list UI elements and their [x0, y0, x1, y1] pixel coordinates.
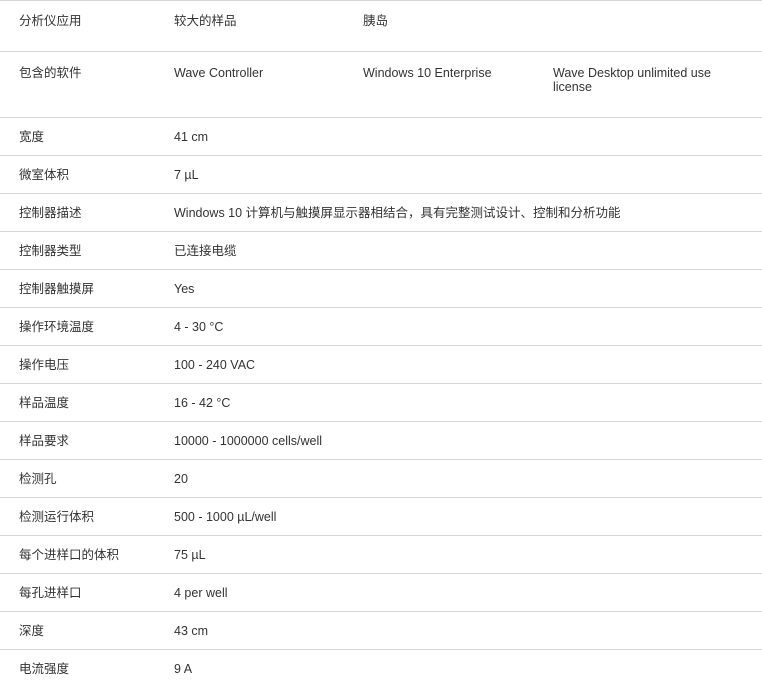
- row-value: Windows 10 Enterprise: [363, 66, 492, 80]
- row-label: 每个进样口的体积: [19, 548, 120, 562]
- row-label: 分析仪应用: [19, 14, 82, 28]
- row-value: 20: [174, 472, 188, 486]
- row-value: 500 - 1000 µL/well: [174, 510, 277, 524]
- table-row: 操作电压 100 - 240 VAC: [0, 346, 762, 384]
- table-row: 分析仪应用 较大的样品 胰岛: [0, 1, 762, 52]
- row-value: Wave Controller: [174, 66, 264, 80]
- table-row: 控制器描述 Windows 10 计算机与触摸屏显示器相结合，具有完整测试设计、…: [0, 194, 762, 232]
- row-label: 样品温度: [19, 396, 70, 410]
- row-value: 43 cm: [174, 624, 209, 638]
- table-row: 样品要求 10000 - 1000000 cells/well: [0, 422, 762, 460]
- row-label: 微室体积: [19, 168, 70, 182]
- table-row: 深度 43 cm: [0, 612, 762, 650]
- table-row: 包含的软件 Wave Controller Windows 10 Enterpr…: [0, 52, 762, 118]
- table-row: 控制器触摸屏 Yes: [0, 270, 762, 308]
- row-label: 样品要求: [19, 434, 70, 448]
- table-row: 检测孔 20: [0, 460, 762, 498]
- row-label: 检测运行体积: [19, 510, 95, 524]
- row-value: Windows 10 计算机与触摸屏显示器相结合，具有完整测试设计、控制和分析功…: [174, 206, 621, 220]
- row-label: 控制器类型: [19, 244, 82, 258]
- row-value: 已连接电缆: [174, 244, 237, 258]
- row-value: Yes: [174, 282, 195, 296]
- row-value: 4 per well: [174, 586, 228, 600]
- row-value: 100 - 240 VAC: [174, 358, 256, 372]
- row-label: 操作电压: [19, 358, 70, 372]
- table-row: 每孔进样口 4 per well: [0, 574, 762, 612]
- row-value: 7 µL: [174, 168, 199, 182]
- table-row: 微室体积 7 µL: [0, 156, 762, 194]
- row-value: 胰岛: [363, 14, 389, 28]
- row-label: 操作环境温度: [19, 320, 95, 334]
- row-label: 宽度: [19, 130, 45, 144]
- row-label: 电流强度: [19, 662, 70, 676]
- table-row: 控制器类型 已连接电缆: [0, 232, 762, 270]
- row-label: 检测孔: [19, 472, 57, 486]
- table-row: 样品温度 16 - 42 °C: [0, 384, 762, 422]
- table-row: 操作环境温度 4 - 30 °C: [0, 308, 762, 346]
- row-value-empty: [534, 1, 762, 14]
- row-value: 4 - 30 °C: [174, 320, 224, 334]
- row-value: 16 - 42 °C: [174, 396, 231, 410]
- row-label: 每孔进样口: [19, 586, 82, 600]
- row-value: 9 A: [174, 662, 193, 676]
- row-label: 深度: [19, 624, 45, 638]
- row-value: 75 µL: [174, 548, 206, 562]
- spec-table: 分析仪应用 较大的样品 胰岛 包含的软件 Wave Controller Win…: [0, 0, 762, 684]
- table-row: 每个进样口的体积 75 µL: [0, 536, 762, 574]
- row-value: 41 cm: [174, 130, 209, 144]
- row-label: 控制器触摸屏: [19, 282, 95, 296]
- row-label: 包含的软件: [19, 66, 82, 80]
- table-row: 电流强度 9 A: [0, 650, 762, 684]
- row-label: 控制器描述: [19, 206, 82, 220]
- row-value: 较大的样品: [174, 14, 237, 28]
- row-value: Wave Desktop unlimited use license: [553, 66, 715, 94]
- table-row: 宽度 41 cm: [0, 118, 762, 156]
- table-row: 检测运行体积 500 - 1000 µL/well: [0, 498, 762, 536]
- row-value: 10000 - 1000000 cells/well: [174, 434, 323, 448]
